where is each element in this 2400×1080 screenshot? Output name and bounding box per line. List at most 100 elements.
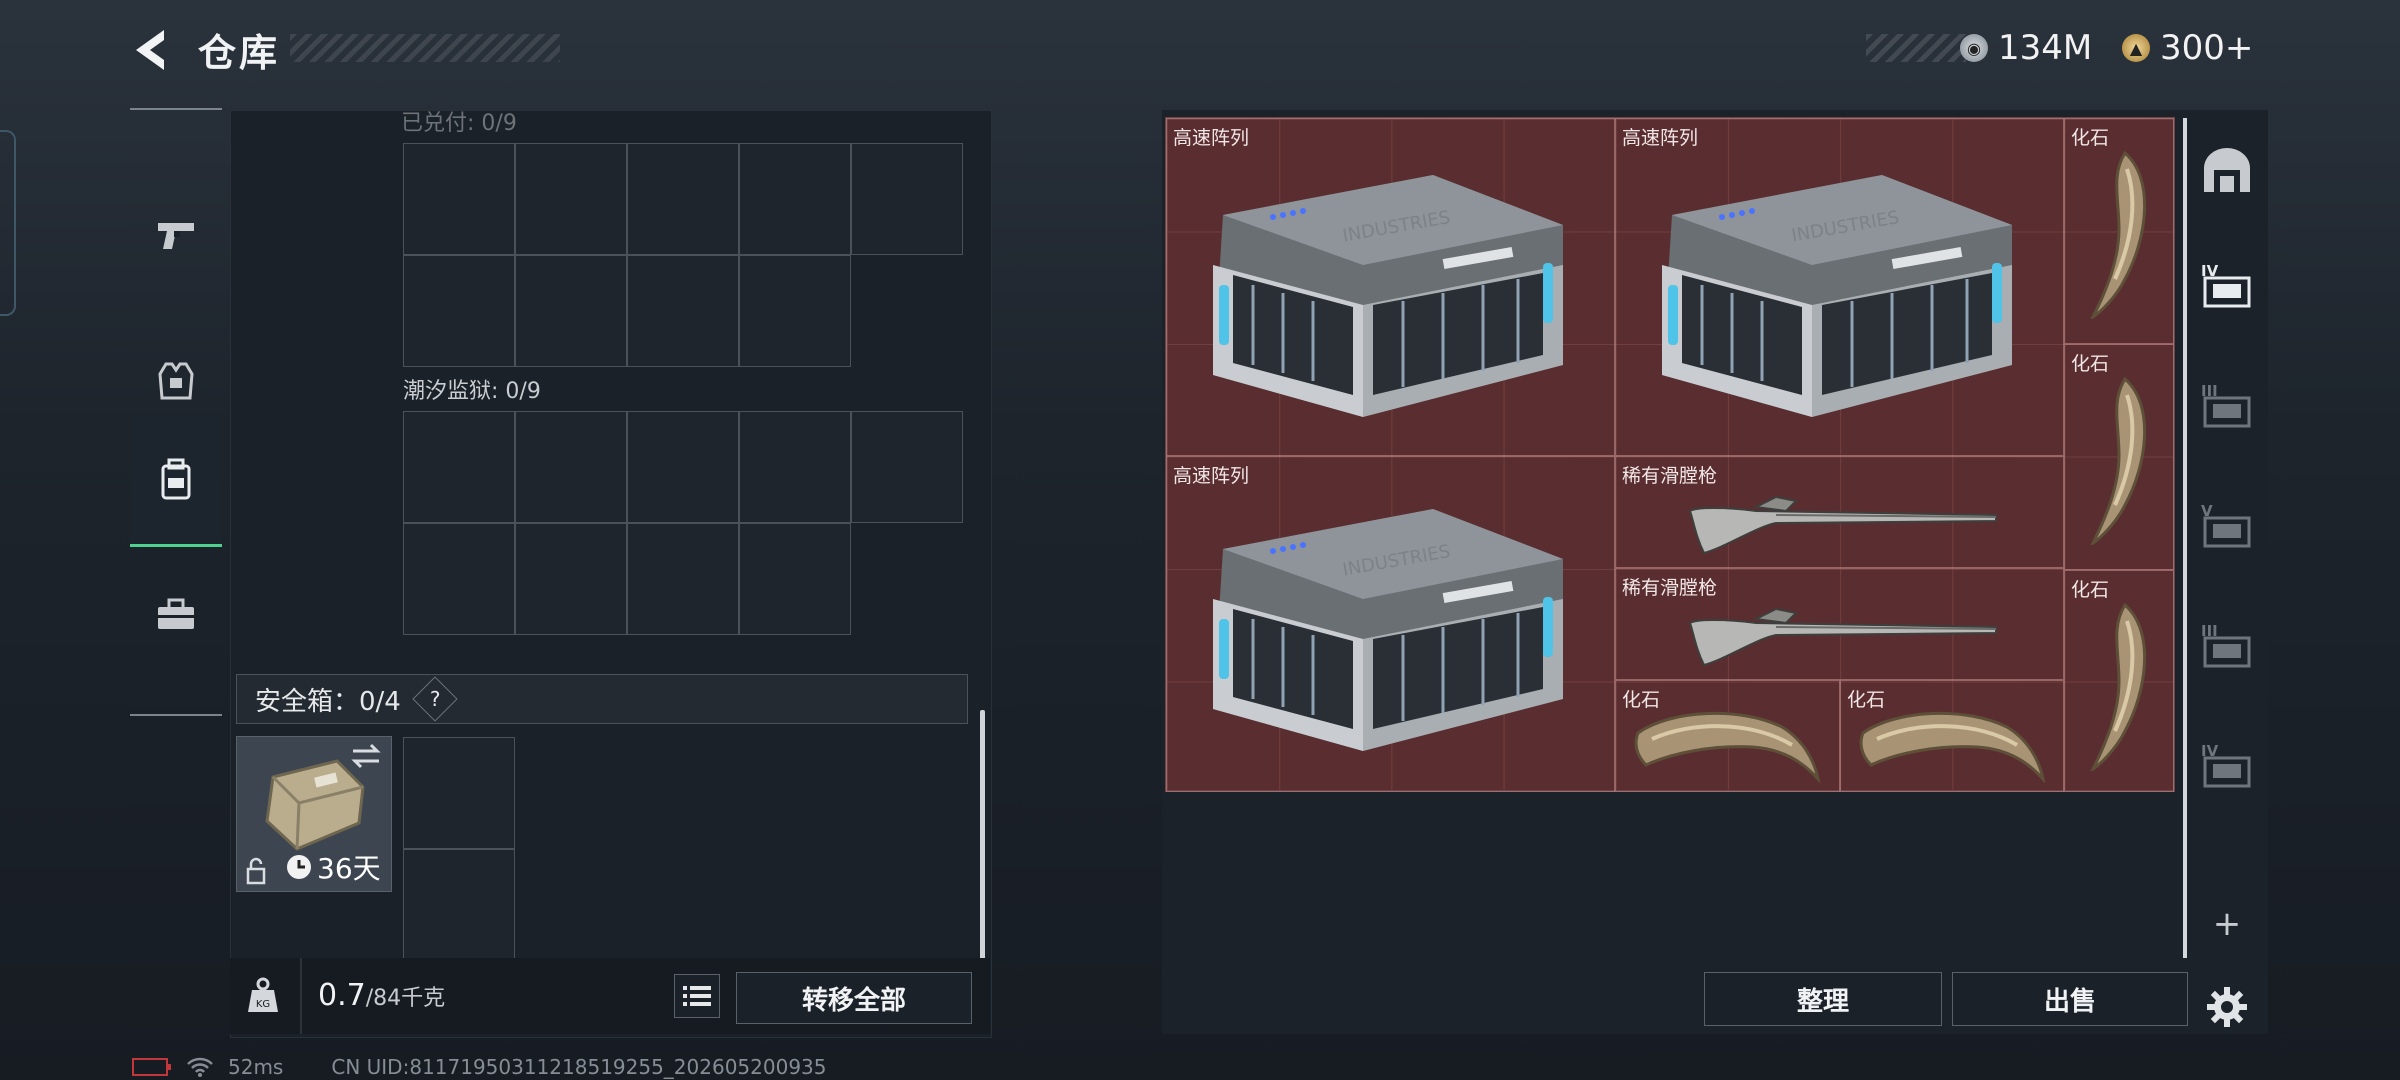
grid-slot[interactable] <box>515 143 627 255</box>
storage-scrollbar[interactable] <box>2183 118 2187 958</box>
server-array-icon: INDUSTRIES <box>1662 175 2012 417</box>
tab-storage-3[interactable]: V <box>2190 468 2264 586</box>
vest-icon <box>158 362 194 400</box>
tab-storage-4[interactable]: III <box>2190 588 2264 706</box>
toolbox-icon <box>158 598 194 629</box>
grid-slot[interactable] <box>739 255 851 367</box>
grid-slot[interactable] <box>515 255 627 367</box>
weight-bar: KG 0.7 /84千克 转移全部 <box>230 958 990 1034</box>
storage-item-fossil[interactable]: 化石 <box>2064 344 2174 570</box>
page-title: 仓库 <box>198 31 281 75</box>
svg-text:III: III <box>2201 382 2218 400</box>
storage-item-high-speed-array[interactable]: 高速阵列 INDUSTRIES <box>1166 456 1615 792</box>
clock-icon <box>287 855 311 879</box>
lock-icon <box>246 857 266 885</box>
wifi-icon <box>187 1057 213 1077</box>
grid-slot[interactable] <box>627 523 739 635</box>
grid-slot[interactable] <box>627 255 739 367</box>
grid-slot[interactable] <box>403 737 515 849</box>
storage-item-high-speed-array[interactable]: 高速阵列 INDUSTRIES <box>1615 118 2064 456</box>
back-button[interactable] <box>128 24 180 76</box>
tab-storage-5[interactable]: IV <box>2190 708 2264 826</box>
storage-tab-rail: IV III V III IV + <box>2190 112 2264 1027</box>
battery-icon <box>132 1058 171 1076</box>
weight-icon: KG <box>248 977 278 1012</box>
storage-item-rare-musket[interactable]: 稀有滑膛枪 <box>1615 456 2064 568</box>
grid-slot[interactable] <box>515 411 627 523</box>
fossil-claw-icon <box>1634 711 1821 783</box>
item-name: 化石 <box>2071 353 2110 375</box>
fossil-claw-icon <box>2090 602 2147 771</box>
storage-item-rare-musket[interactable]: 稀有滑膛枪 <box>1615 568 2064 680</box>
grid-slot[interactable] <box>403 255 515 367</box>
grid-slot[interactable] <box>403 143 515 255</box>
swap-icon <box>351 743 381 769</box>
svg-text:IV: IV <box>2201 262 2219 280</box>
side-drawer-handle[interactable] <box>0 130 16 316</box>
grid-slot[interactable] <box>403 411 515 523</box>
storage-item-high-speed-array[interactable]: 高速阵列 INDUSTRIES <box>1166 118 1615 456</box>
section-tidal-prison-label: 潮汐监狱: 0/9 <box>403 379 541 404</box>
grid-slot[interactable] <box>739 523 851 635</box>
musket-icon <box>1688 495 1997 555</box>
grid-slot[interactable] <box>851 411 963 523</box>
storage-item-fossil[interactable]: 化石 <box>2064 118 2174 344</box>
tab-warehouse[interactable] <box>2190 112 2264 230</box>
user-uid: CN UID:81171950311218519255_202605200935 <box>331 1055 827 1079</box>
storage-iv-icon: IV <box>2201 262 2251 308</box>
grid-slot[interactable] <box>739 143 851 255</box>
fossil-claw-icon <box>2090 150 2147 319</box>
item-name: 化石 <box>2071 127 2110 149</box>
add-storage-button[interactable]: + <box>2190 894 2264 954</box>
svg-text:V: V <box>2201 502 2213 520</box>
silver-currency: ◉ 134M <box>1960 28 2092 68</box>
sell-button[interactable]: 出售 <box>1952 972 2188 1026</box>
backpack-icon <box>161 458 191 500</box>
safe-box-label: 安全箱：0/4 <box>255 686 401 717</box>
server-array-icon: INDUSTRIES <box>1213 175 1563 417</box>
grid-slot[interactable] <box>515 523 627 635</box>
settings-button[interactable] <box>2190 972 2264 1042</box>
storage-iii-b-icon: III <box>2201 622 2251 668</box>
gear-icon <box>2207 987 2247 1027</box>
storage-v-icon: V <box>2201 502 2251 548</box>
safe-box-case-icon <box>265 759 365 851</box>
item-name: 高速阵列 <box>1622 127 1699 149</box>
weight-max: /84千克 <box>365 986 446 1011</box>
grid-slot[interactable] <box>627 143 739 255</box>
grid-slot[interactable] <box>403 849 515 961</box>
safe-box-timer: 36天 <box>317 852 381 885</box>
safe-box-header: 安全箱：0/4 ? <box>236 674 968 724</box>
plus-icon: + <box>2212 904 2242 944</box>
transfer-all-button[interactable]: 转移全部 <box>736 972 972 1024</box>
tab-storage-1[interactable]: IV <box>2190 228 2264 346</box>
grid-slot[interactable] <box>851 143 963 255</box>
safe-box-item[interactable]: 36天 <box>236 736 392 892</box>
help-button[interactable]: ? <box>412 676 458 722</box>
grid-slot[interactable] <box>627 411 739 523</box>
gold-coin-icon: ▲ <box>2122 34 2150 62</box>
list-view-button[interactable] <box>674 974 720 1018</box>
rail-item-equipment[interactable] <box>130 550 222 680</box>
backpack-scrollbar[interactable] <box>980 710 985 960</box>
item-name: 化石 <box>2071 579 2110 601</box>
backpack-panel: 已兑付: 0/9 潮汐监狱: 0/9 <box>230 110 992 1038</box>
rail-item-backpack[interactable] <box>130 414 222 547</box>
rail-item-weapons[interactable] <box>130 170 222 300</box>
ping-value: 52ms <box>228 1055 284 1079</box>
tab-storage-2[interactable]: III <box>2190 348 2264 466</box>
grid-slot[interactable] <box>403 523 515 635</box>
storage-item-fossil[interactable]: 化石 <box>1840 680 2064 792</box>
svg-text:III: III <box>2201 622 2218 640</box>
help-icon: ? <box>429 687 441 711</box>
item-name: 高速阵列 <box>1173 465 1250 487</box>
sort-button[interactable]: 整理 <box>1704 972 1942 1026</box>
storage-item-fossil[interactable]: 化石 <box>1615 680 1840 792</box>
grid-slot[interactable] <box>739 411 851 523</box>
item-name: 高速阵列 <box>1173 127 1250 149</box>
currency-decoration <box>1866 34 1966 62</box>
fossil-claw-icon <box>2090 376 2147 545</box>
svg-text:KG: KG <box>256 999 270 1010</box>
storage-item-fossil[interactable]: 化石 <box>2064 570 2174 792</box>
weight-current: 0.7 <box>318 978 366 1013</box>
